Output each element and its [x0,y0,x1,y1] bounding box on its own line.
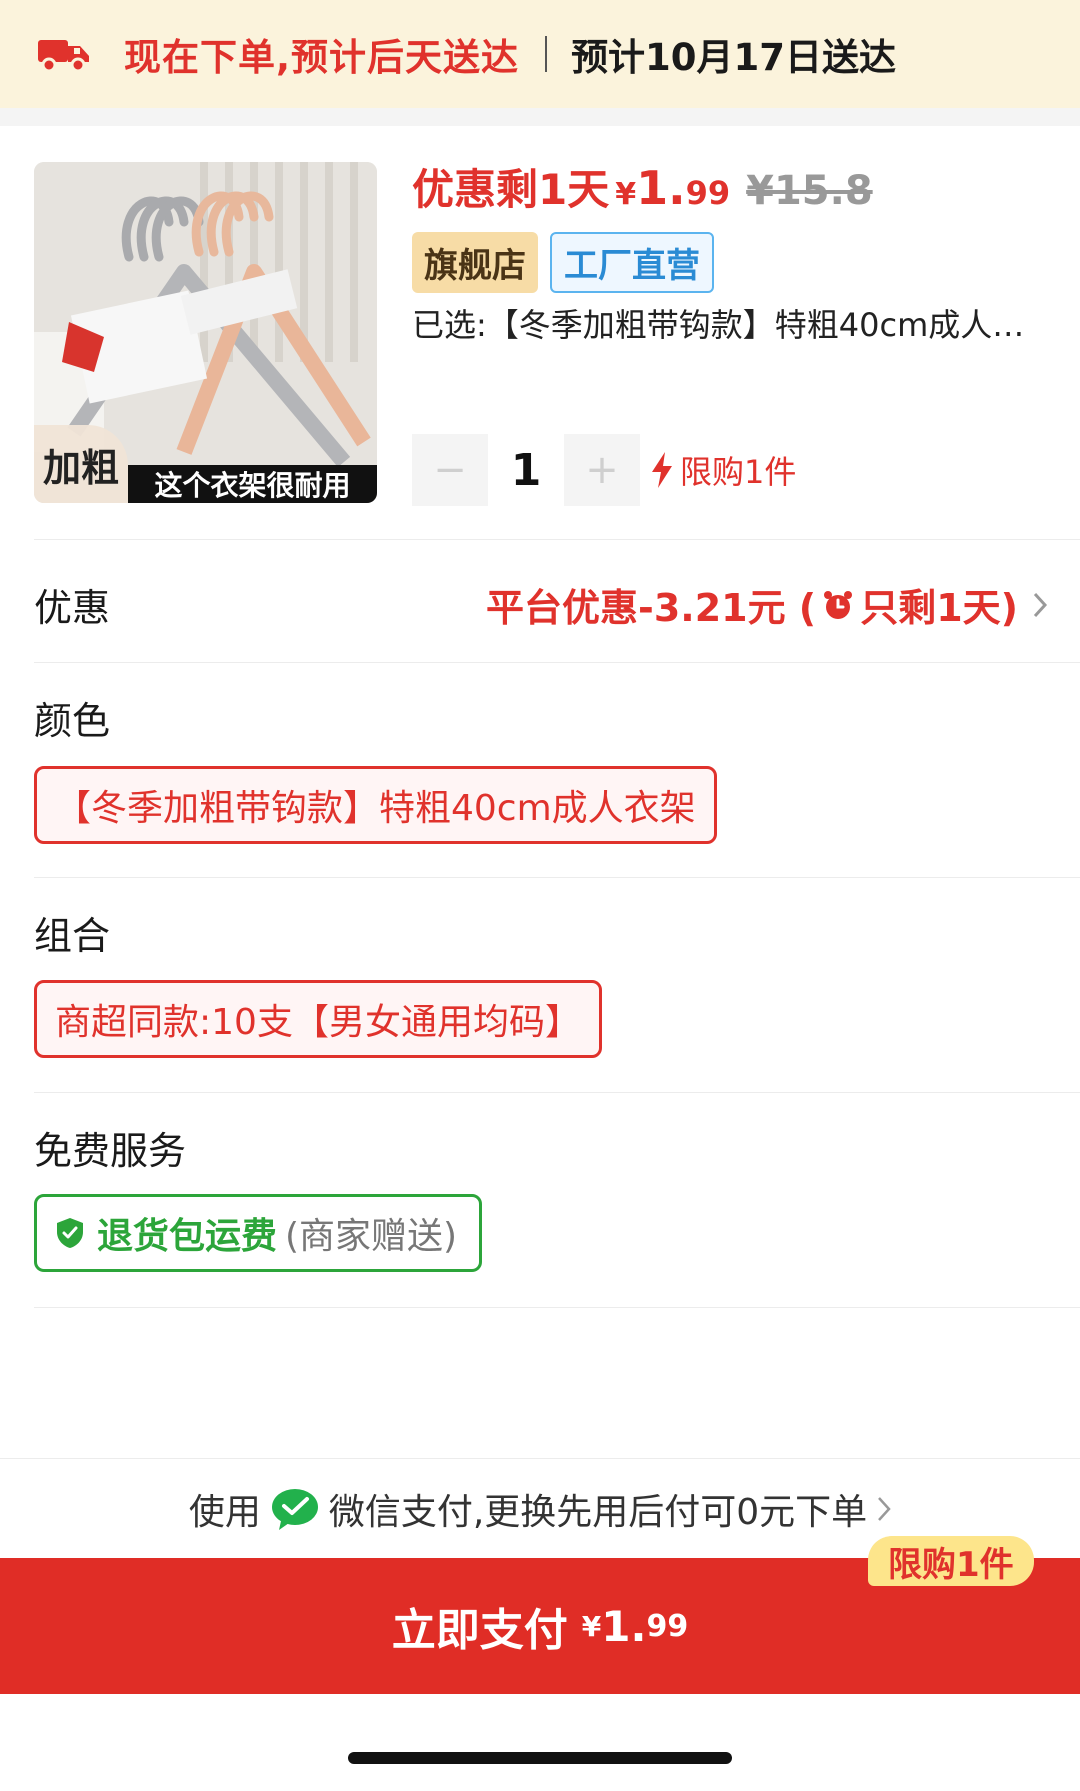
pay-currency-symbol: ¥ [581,1609,602,1643]
discount-amount: 平台优惠-3.21元 ( [486,586,817,630]
home-indicator[interactable] [348,1752,732,1764]
currency-symbol: ¥ [615,177,637,212]
delivery-promise: 现在下单,预计后天送达 [124,36,520,79]
product-image[interactable]: 加粗 这个衣架很耐用 [34,162,377,503]
alarm-clock-icon [824,590,853,619]
price-integer: 1. [636,161,686,215]
divider [545,36,548,72]
color-label: 颜色 [34,699,111,743]
combo-label: 组合 [34,914,111,958]
product-card: 加粗 这个衣架很耐用 优惠剩1天 ¥ 1. 99 ¥15.8 旗舰店 工厂直营 … [0,126,1080,540]
quantity-value[interactable]: 1 [488,445,564,496]
lightning-icon [652,452,672,488]
price-decimal: 99 [685,174,731,212]
service-name: 退货包运费 [97,1216,278,1257]
image-slogan: 这个衣架很耐用 [128,465,377,503]
combo-option-selected[interactable]: 商超同款:10支【男女通用均码】 [34,980,602,1058]
divider [34,539,1080,540]
shield-check-icon [57,1218,83,1248]
divider [34,1092,1080,1093]
payment-hint-text: 微信支付,更换先用后付可0元下单 [328,1491,868,1533]
divider [34,662,1080,663]
quantity-stepper: − 1 + 限购1件 [412,434,796,506]
truck-icon [38,40,89,73]
decrease-button[interactable]: − [412,434,488,506]
purchase-limit-label: 限购1件 [680,453,797,491]
section-gap [0,108,1080,126]
divider [34,877,1080,878]
delivery-eta: 预计10月17日送达 [571,36,897,79]
payment-hint-prefix: 使用 [188,1491,261,1533]
original-price: ¥15.8 [746,168,873,214]
factory-direct-tag: 工厂直营 [550,232,714,293]
delivery-banner: 现在下单,预计后天送达 预计10月17日送达 [0,0,1080,108]
store-tags: 旗舰店 工厂直营 [412,232,714,293]
service-note: (商家赠送) [285,1216,458,1257]
discount-label: 优惠 [34,586,111,630]
pay-now-label: 立即支付 [391,1605,568,1656]
increase-button[interactable]: + [564,434,640,506]
free-service-label: 免费服务 [34,1129,187,1173]
discount-value[interactable]: 平台优惠-3.21元 ( 只剩1天) [486,577,1048,632]
discount-countdown: 只剩1天) [860,586,1018,630]
purchase-limit: 限购1件 [650,447,796,493]
color-option-selected[interactable]: 【冬季加粗带钩款】特粗40cm成人衣架 [34,766,717,844]
chevron-right-icon [878,1496,891,1521]
selected-spec[interactable]: 已选:【冬季加粗带钩款】特粗40cm成人衣架 商超同款:10支【男女通用均码】 [412,300,1048,346]
pay-price-integer: 1. [601,1601,647,1651]
flagship-tag: 旗舰店 [412,232,538,293]
chevron-right-icon [1033,592,1048,617]
return-shipping-service[interactable]: 退货包运费 (商家赠送) [34,1194,483,1272]
wechat-pay-icon [271,1488,318,1530]
purchase-limit-badge: 限购1件 [868,1536,1034,1586]
promo-countdown: 优惠剩1天 [412,165,610,214]
divider [34,1307,1080,1308]
image-badge: 加粗 [34,425,128,503]
pay-price-decimal: 99 [646,1608,689,1644]
price-row: 优惠剩1天 ¥ 1. 99 ¥15.8 [412,156,873,217]
